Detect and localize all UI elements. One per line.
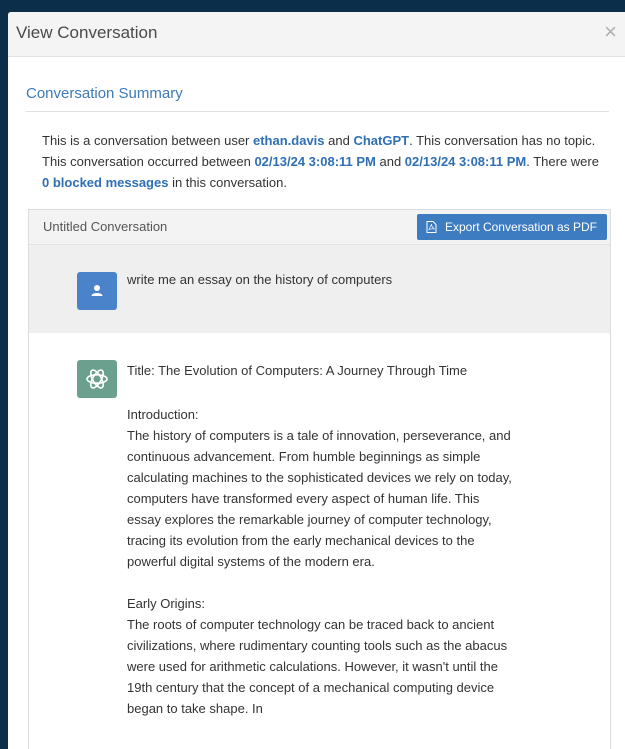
close-icon[interactable]: × [604,21,617,43]
modal-title: View Conversation [16,23,158,42]
essay-body-intro: The history of computers is a tale of in… [127,428,512,569]
summary-blocked-link[interactable]: 0 blocked messages [42,175,168,190]
essay-body-origins: The roots of computer technology can be … [127,617,508,716]
section-divider [26,111,609,112]
essay-heading-origins: Early Origins: [127,596,206,611]
essay-heading-intro: Introduction: [127,407,199,422]
conversation-panel: Untitled Conversation Export Conversatio… [28,209,611,749]
message-assistant: Title: The Evolution of Computers: A Jou… [29,333,610,749]
summary-text: and [375,154,405,169]
view-conversation-modal: View Conversation × Conversation Summary… [8,12,625,749]
message-user: write me an essay on the history of comp… [29,245,610,333]
modal-body: Conversation Summary This is a conversat… [8,57,625,749]
openai-icon [86,369,108,389]
user-message-text: write me an essay on the history of comp… [127,272,393,287]
modal-header: View Conversation × [8,12,625,57]
assistant-avatar [77,360,117,398]
summary-user-link[interactable]: ethan.davis [253,133,325,148]
summary-text: in this conversation. [168,175,287,190]
export-pdf-button[interactable]: Export Conversation as PDF [416,214,607,240]
pdf-icon [426,221,437,233]
user-avatar [77,272,117,310]
summary-text: and [324,133,354,148]
conversation-header: Untitled Conversation Export Conversatio… [29,210,610,245]
export-pdf-label: Export Conversation as PDF [444,220,597,234]
user-icon [91,285,103,296]
assistant-message-text: Title: The Evolution of Computers: A Jou… [127,360,512,740]
summary-text: This is a conversation between user [42,133,253,148]
conversation-title: Untitled Conversation [43,219,168,234]
summary-assistant-link[interactable]: ChatGPT [353,133,409,148]
summary-text: . There were [526,154,599,169]
essay-paragraph-intro: Introduction: The history of computers is… [127,404,512,572]
summary-start-time: 02/13/24 3:08:11 PM [254,154,376,169]
essay-paragraph-origins: Early Origins: The roots of computer tech… [127,593,512,719]
conversation-summary-text: This is a conversation between user etha… [42,130,603,193]
summary-end-time: 02/13/24 3:08:11 PM [404,154,527,169]
section-title: Conversation Summary [26,85,183,102]
essay-title: Title: The Evolution of Computers: A Jou… [127,363,468,378]
